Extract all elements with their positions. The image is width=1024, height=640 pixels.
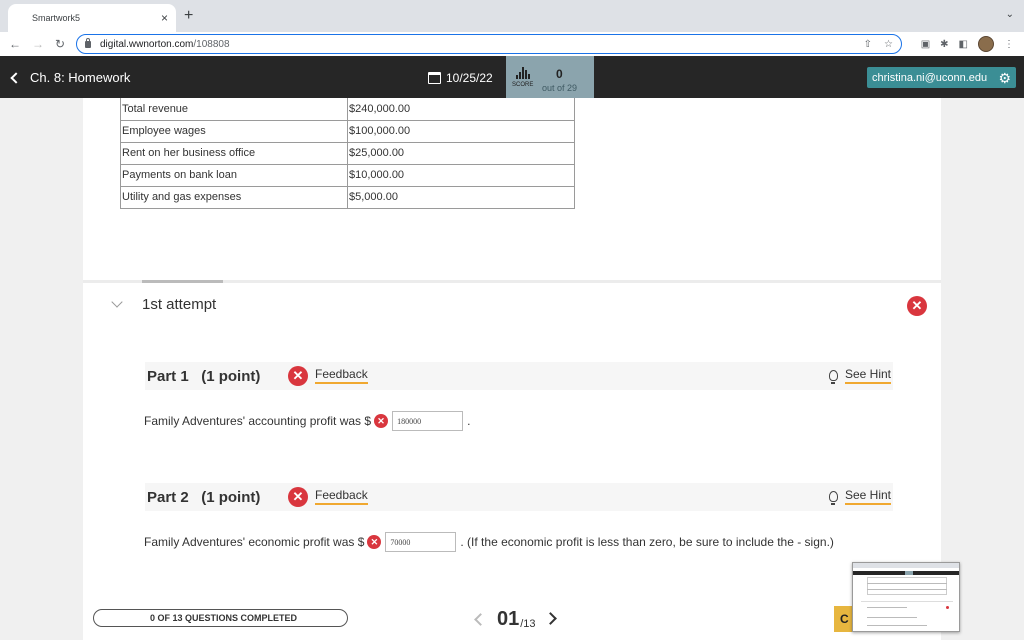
part-1-hint-link[interactable]: See Hint — [828, 367, 891, 384]
score-total: out of 29 — [542, 83, 578, 93]
score-chart-icon — [516, 67, 532, 79]
calendar-icon — [428, 72, 441, 84]
part-1-answer-incorrect-icon: ✕ — [374, 414, 389, 428]
back-to-chapter-link[interactable]: Ch. 8: Homework — [10, 70, 131, 85]
part-1-prompt: Family Adventures' accounting profit was… — [144, 414, 372, 428]
tab-search-icon[interactable]: ⌄ — [1006, 9, 1014, 20]
item-label-cell: Payments on bank loan — [120, 163, 348, 187]
part-2-title: Part 2 (1 point) — [147, 489, 261, 506]
part-2-feedback-link[interactable]: Feedback — [315, 488, 368, 505]
item-label-cell: Utility and gas expenses — [120, 185, 348, 209]
tab-close-icon[interactable]: × — [161, 12, 168, 24]
part-2-answer-incorrect-icon: ✕ — [367, 535, 382, 549]
reload-icon[interactable]: ↻ — [55, 36, 65, 52]
menu-icon[interactable]: ⋮ — [1004, 39, 1014, 50]
score-value: 0 — [556, 67, 563, 81]
table-row: Rent on her business office $25,000.00 — [120, 141, 575, 165]
score-label: SCORE — [512, 82, 534, 88]
back-icon[interactable]: ← — [9, 36, 21, 52]
part-2-incorrect-icon: ✕ — [288, 487, 308, 507]
part-1-feedback-link[interactable]: Feedback — [315, 367, 368, 384]
profile-avatar[interactable] — [978, 36, 994, 52]
part-1-incorrect-icon: ✕ — [288, 366, 308, 386]
tab-title: Smartwork5 — [32, 13, 81, 23]
page-thumbnail-preview[interactable] — [852, 562, 960, 632]
due-date: 10/25/22 — [428, 71, 493, 85]
current-question-number: 01 — [497, 608, 520, 630]
amount-cell: $10,000.00 — [347, 163, 575, 187]
part-1-suffix: . — [467, 414, 471, 428]
star-icon[interactable]: ☆ — [884, 39, 893, 50]
part-2-answer-input[interactable]: 70000 — [385, 532, 457, 552]
table-row: Utility and gas expenses $5,000.00 — [120, 185, 575, 209]
part-2-hint-label: See Hint — [844, 488, 891, 505]
expense-table: Total revenue $240,000.00 Employee wages $1… — [120, 98, 575, 209]
collapse-chevron-icon[interactable] — [111, 296, 123, 308]
new-tab-button[interactable]: + — [184, 8, 193, 24]
part-1-title: Part 1 (1 point) — [147, 368, 261, 385]
gear-icon: ⚙ — [998, 69, 1011, 86]
browser-toolbar: ← → ↻ digital.wwnorton.com /108808 ⇧ ☆ ▣… — [0, 32, 1024, 56]
part-2-header: Part 2 (1 point) ✕ Feedback See Hint — [145, 483, 893, 511]
item-label-cell: Total revenue — [120, 98, 348, 121]
part-2-prompt: Family Adventures' economic profit was $ — [144, 535, 365, 549]
next-question-icon[interactable] — [543, 612, 557, 625]
table-row: Payments on bank loan $10,000.00 — [120, 163, 575, 187]
sidepanel-icon[interactable]: ◧ — [959, 39, 968, 50]
due-date-text: 10/25/22 — [446, 71, 493, 85]
amount-cell: $5,000.00 — [347, 185, 575, 209]
part-1-hint-label: See Hint — [844, 367, 891, 384]
url-host: digital.wwnorton.com — [100, 38, 194, 50]
extensions-icon[interactable]: ✱ — [940, 39, 948, 50]
lock-icon[interactable] — [85, 37, 91, 48]
total-questions: /13 — [520, 618, 536, 630]
question-pager: 01 /13 — [470, 608, 557, 630]
question-content: Total revenue $240,000.00 Employee wages $1… — [83, 98, 941, 640]
share-icon[interactable]: ⇧ — [864, 39, 872, 50]
part-2-suffix: . (If the economic profit is less than z… — [460, 535, 834, 549]
amount-cell: $240,000.00 — [347, 98, 575, 121]
table-row: Total revenue $240,000.00 — [120, 98, 575, 121]
previous-question-icon[interactable] — [474, 613, 487, 626]
part-2-hint-link[interactable]: See Hint — [828, 488, 891, 505]
lightbulb-icon — [828, 370, 838, 384]
user-menu-button[interactable]: christina.ni@uconn.edu ⚙ — [867, 67, 1016, 88]
score-panel[interactable]: SCORE 0 out of 29 — [506, 56, 594, 98]
attempt-tab-indicator — [142, 280, 223, 283]
part-1-answer-input[interactable]: 180000 — [392, 411, 464, 431]
user-email: christina.ni@uconn.edu — [872, 71, 988, 84]
address-bar[interactable]: digital.wwnorton.com /108808 ⇧ ☆ — [76, 34, 902, 54]
browser-tab-bar: Smartwork5 × + ⌄ — [0, 0, 1024, 32]
chapter-title: Ch. 8: Homework — [30, 70, 131, 85]
item-label-cell: Employee wages — [120, 119, 348, 143]
table-row: Employee wages $100,000.00 — [120, 119, 575, 143]
lightbulb-icon — [828, 491, 838, 505]
browser-tab[interactable]: Smartwork5 × — [8, 4, 176, 32]
attempt-incorrect-icon: ✕ — [907, 296, 927, 316]
attempt-title: 1st attempt — [142, 296, 217, 313]
part-1-question: Family Adventures' accounting profit was… — [144, 411, 470, 431]
item-label-cell: Rent on her business office — [120, 141, 348, 165]
part-2-question: Family Adventures' economic profit was $… — [144, 532, 834, 552]
part-1-header: Part 1 (1 point) ✕ Feedback See Hint — [145, 362, 893, 390]
amount-cell: $100,000.00 — [347, 119, 575, 143]
url-path: /108808 — [193, 38, 230, 50]
amount-cell: $25,000.00 — [347, 141, 575, 165]
forward-icon[interactable]: → — [32, 36, 44, 52]
chevron-left-icon — [10, 72, 22, 84]
questions-progress: 0 OF 13 QUESTIONS COMPLETED — [93, 609, 348, 627]
extension-icon[interactable]: ▣ — [921, 39, 930, 50]
